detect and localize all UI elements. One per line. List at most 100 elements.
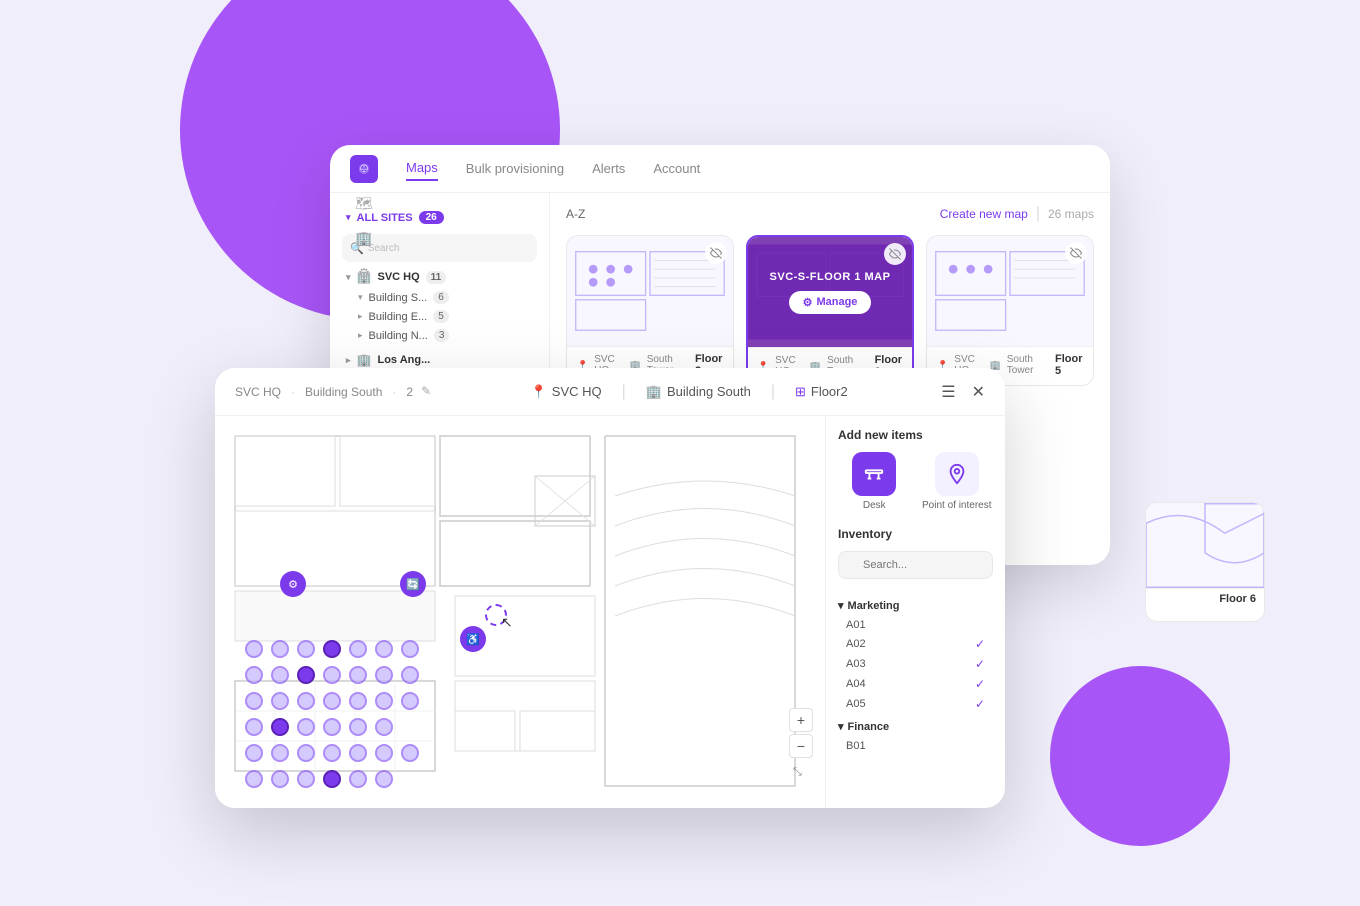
desk-dot[interactable]: [297, 718, 315, 736]
desk-dot[interactable]: [349, 770, 367, 788]
nav-alerts[interactable]: Alerts: [592, 157, 625, 180]
inventory-item-a05[interactable]: A05 ✓: [838, 694, 993, 714]
inventory-group-marketing[interactable]: ▾ Marketing: [838, 599, 993, 612]
desk-dot[interactable]: [401, 692, 419, 710]
breadcrumb-building: Building South: [305, 385, 382, 399]
sidebar-icon-map[interactable]: 🗺: [355, 195, 373, 212]
desk-row-4: [245, 718, 419, 736]
expand-button[interactable]: ⤡: [793, 766, 813, 786]
desk-dot[interactable]: [401, 640, 419, 658]
desk-dot[interactable]: [375, 744, 393, 762]
desk-dot[interactable]: [271, 640, 289, 658]
inventory-group-finance[interactable]: ▾ Finance: [838, 720, 993, 733]
desk-dot[interactable]: [375, 666, 393, 684]
breadcrumb-site: SVC HQ: [235, 385, 281, 399]
inventory-item-b01[interactable]: B01: [838, 737, 993, 755]
room-icon-1[interactable]: ⚙: [280, 571, 306, 597]
desk-dot[interactable]: [349, 744, 367, 762]
marketing-label: Marketing: [848, 600, 900, 612]
desk-dot[interactable]: [401, 666, 419, 684]
header-building-text: Building South: [667, 384, 751, 399]
hide-icon-f5[interactable]: [1065, 242, 1087, 264]
add-desk-button[interactable]: Desk: [838, 452, 911, 511]
desk-dot[interactable]: [245, 692, 263, 710]
desk-dot[interactable]: [323, 718, 341, 736]
desk-dot[interactable]: [375, 640, 393, 658]
desk-dot[interactable]: [323, 666, 341, 684]
zoom-in-button[interactable]: +: [789, 708, 813, 732]
floor-card-5[interactable]: 📍 SVC HQ 🏢 South Tower Floor 5: [926, 235, 1094, 386]
floor-card-3[interactable]: SVC-S-FLOOR 1 MAP ⚙ Manage: [746, 235, 914, 386]
inventory-item-a02[interactable]: A02 ✓: [838, 634, 993, 654]
room-icon-2[interactable]: 🔄: [400, 571, 426, 597]
inventory-search-input[interactable]: [838, 551, 993, 579]
building-icon: 🏢: [646, 384, 662, 400]
desk-dot-selected[interactable]: [323, 770, 341, 788]
nav-bulk[interactable]: Bulk provisioning: [466, 157, 564, 180]
nav-maps[interactable]: Maps: [406, 156, 438, 181]
desk-dot-selected[interactable]: [323, 640, 341, 658]
desk-dot[interactable]: [375, 718, 393, 736]
desk-dot[interactable]: [245, 640, 263, 658]
desk-dot[interactable]: [375, 770, 393, 788]
desk-dot[interactable]: [245, 718, 263, 736]
nav-account[interactable]: Account: [653, 157, 700, 180]
desk-dot[interactable]: [271, 666, 289, 684]
desk-dot[interactable]: [349, 692, 367, 710]
building-item-e[interactable]: ▸ Building E... 5: [330, 307, 549, 326]
desk-dot[interactable]: [271, 692, 289, 710]
sidebar-icon-building[interactable]: 🏢: [355, 230, 372, 247]
list-view-button[interactable]: ☰: [941, 382, 955, 402]
inventory-item-a01[interactable]: A01: [838, 616, 993, 634]
desk-dot[interactable]: [271, 770, 289, 788]
desk-dot[interactable]: [297, 640, 315, 658]
hide-icon-f2[interactable]: [705, 242, 727, 264]
map-count: 26 maps: [1048, 207, 1094, 221]
sidebar-icon-home[interactable]: ⊕: [358, 159, 371, 177]
desk-dot[interactable]: [349, 640, 367, 658]
desk-dot[interactable]: [349, 718, 367, 736]
desk-dot[interactable]: [271, 744, 289, 762]
item-id-a01: A01: [846, 619, 866, 631]
breadcrumb-sep2: ·: [392, 385, 396, 399]
sidebar-icon-settings[interactable]: ⚙: [358, 265, 371, 282]
desk-dot[interactable]: [375, 692, 393, 710]
floor-card-2[interactable]: 📍 SVC HQ 🏢 South Tower Floor 2: [566, 235, 734, 386]
desk-dot[interactable]: [323, 744, 341, 762]
desk-dot-selected[interactable]: [271, 718, 289, 736]
close-button[interactable]: ✕: [972, 382, 985, 402]
map-area[interactable]: ⚙ 🔄 ♿ ↖ + − ⤡: [215, 416, 825, 808]
inventory-item-a04[interactable]: A04 ✓: [838, 674, 993, 694]
header-divider-2: |: [771, 383, 775, 401]
edit-icon[interactable]: ✎: [421, 384, 437, 400]
desk-row-1: [245, 640, 419, 658]
check-icon-a05: ✓: [975, 697, 985, 711]
zoom-out-button[interactable]: −: [789, 734, 813, 758]
desk-dot[interactable]: [245, 770, 263, 788]
building-count-n: 3: [434, 329, 450, 342]
desk-dot[interactable]: [245, 666, 263, 684]
desk-dot[interactable]: [323, 692, 341, 710]
site-name-svchq: SVC HQ: [377, 271, 419, 283]
inventory-item-a03[interactable]: A03 ✓: [838, 654, 993, 674]
floor-icon: ⊞: [795, 384, 806, 400]
hide-icon-f3[interactable]: [884, 243, 906, 265]
add-poi-button[interactable]: Point of interest: [921, 452, 994, 511]
desk-grid: [245, 640, 419, 788]
breadcrumb-sep1: ·: [291, 385, 295, 399]
desk-dot-selected[interactable]: [297, 666, 315, 684]
desk-dot[interactable]: [297, 692, 315, 710]
sort-label[interactable]: A-Z: [566, 207, 585, 221]
desk-dot[interactable]: [401, 744, 419, 762]
desk-dot[interactable]: [349, 666, 367, 684]
desk-dot[interactable]: [245, 744, 263, 762]
manage-button[interactable]: ⚙ Manage: [789, 291, 872, 314]
create-new-map-link[interactable]: Create new map: [940, 207, 1028, 221]
building-item-n[interactable]: ▸ Building N... 3: [330, 326, 549, 345]
building-item-s[interactable]: ▾ Building S... 6: [330, 288, 549, 307]
room-icon-3[interactable]: ♿: [460, 626, 486, 652]
check-icon-a02: ✓: [975, 637, 985, 651]
finance-collapse-icon: ▾: [838, 720, 844, 733]
desk-dot[interactable]: [297, 744, 315, 762]
desk-dot[interactable]: [297, 770, 315, 788]
